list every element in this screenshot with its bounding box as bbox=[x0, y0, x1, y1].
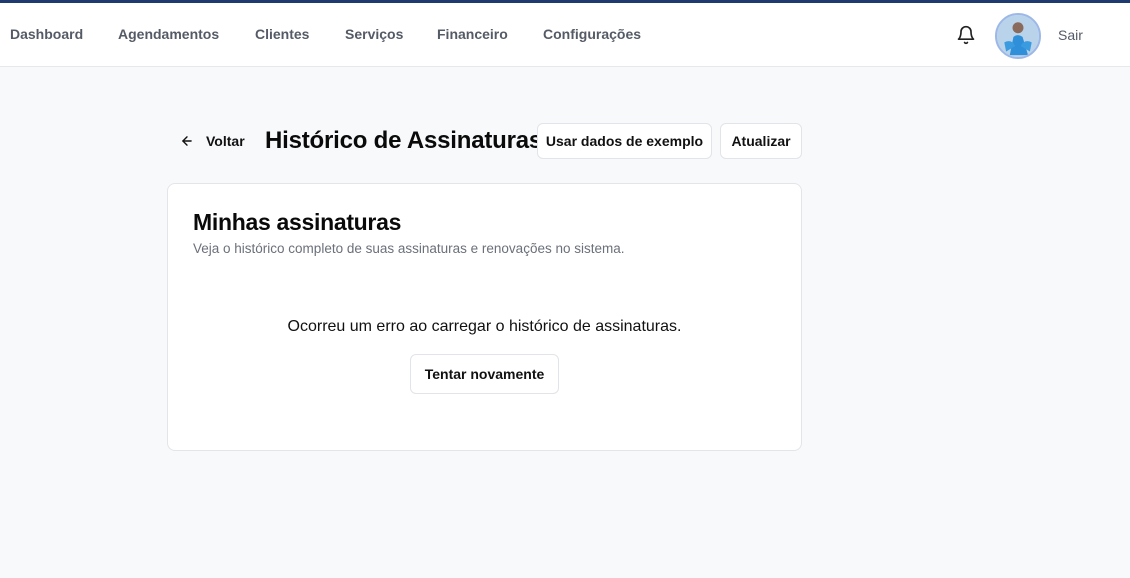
nav-servicos[interactable]: Serviços bbox=[345, 26, 403, 42]
top-navbar: Dashboard Agendamentos Clientes Serviços… bbox=[0, 3, 1130, 67]
error-message: Ocorreu um erro ao carregar o histórico … bbox=[287, 318, 682, 335]
nav-agendamentos[interactable]: Agendamentos bbox=[118, 26, 219, 42]
subscriptions-card: Minhas assinaturas Veja o histórico comp… bbox=[167, 183, 802, 451]
user-avatar[interactable] bbox=[995, 13, 1041, 59]
nav-clientes[interactable]: Clientes bbox=[255, 26, 309, 42]
arrow-left-icon bbox=[182, 136, 192, 146]
retry-button[interactable]: Tentar novamente bbox=[410, 354, 559, 394]
page-title: Histórico de Assinaturas bbox=[265, 127, 543, 154]
use-sample-data-button[interactable]: Usar dados de exemplo bbox=[537, 123, 712, 159]
nav-dashboard[interactable]: Dashboard bbox=[10, 26, 83, 42]
refresh-button[interactable]: Atualizar bbox=[720, 123, 802, 159]
nav-financeiro[interactable]: Financeiro bbox=[437, 26, 508, 42]
logout-link[interactable]: Sair bbox=[1058, 27, 1083, 43]
bell-icon[interactable] bbox=[956, 25, 976, 45]
back-label: Voltar bbox=[206, 133, 245, 149]
card-description: Veja o histórico completo de suas assina… bbox=[193, 241, 625, 256]
card-title: Minhas assinaturas bbox=[193, 209, 402, 235]
back-button[interactable]: Voltar bbox=[172, 124, 253, 158]
nav-configuracoes[interactable]: Configurações bbox=[543, 26, 641, 42]
